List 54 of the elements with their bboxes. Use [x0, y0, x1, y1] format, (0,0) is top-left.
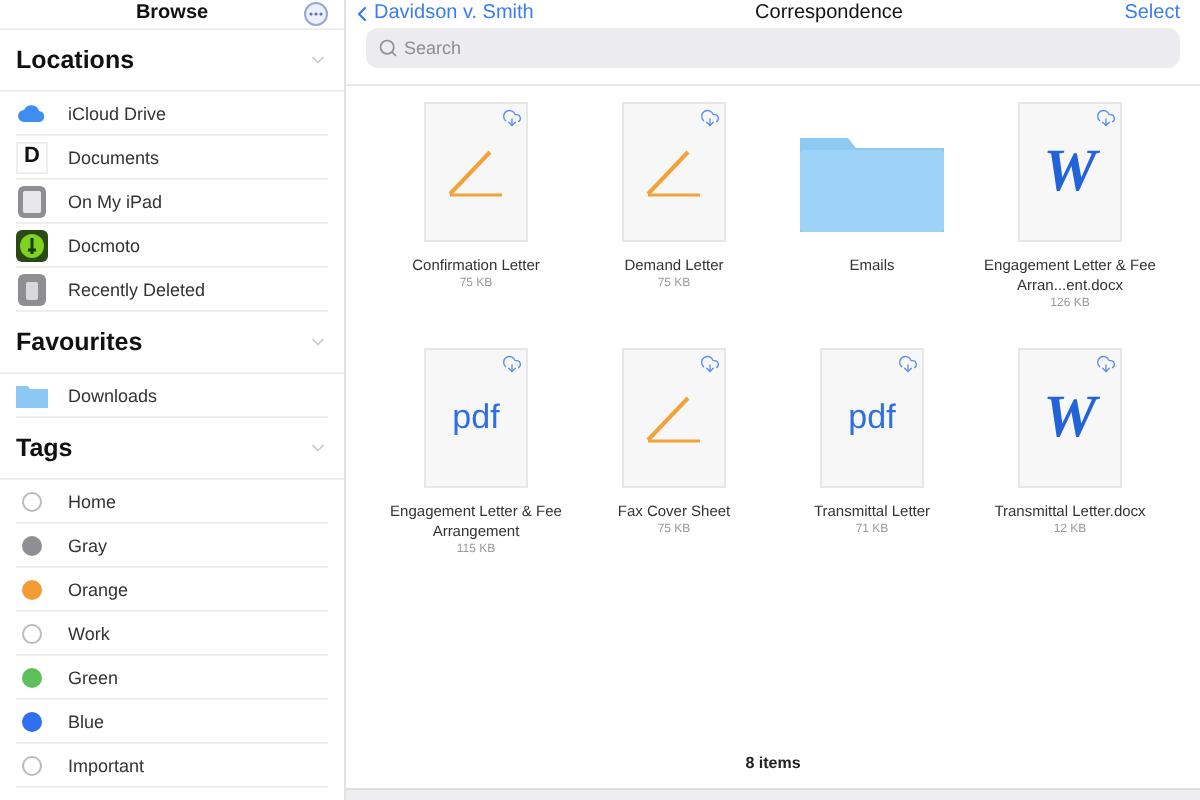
more-icon[interactable]: [304, 2, 328, 26]
pencil-line-icon: [644, 146, 704, 198]
tag-dot: [22, 491, 42, 511]
word-logo: W: [1043, 384, 1097, 452]
sidebar-item[interactable]: Docmoto: [68, 235, 141, 255]
trash-icon: [18, 273, 46, 305]
app-icon: D: [16, 141, 48, 173]
sidebar-item[interactable]: Blue: [68, 711, 105, 731]
sidebar-item[interactable]: Orange: [68, 579, 129, 599]
sidebar-item[interactable]: Work: [68, 623, 110, 643]
sidebar-item[interactable]: Recently Deleted: [68, 279, 206, 299]
folder-title: Correspondence: [755, 2, 903, 26]
cloud-download-icon[interactable]: [700, 354, 720, 374]
sidebar-item[interactable]: Important: [68, 755, 145, 775]
sidebar-title: Browse: [135, 2, 209, 26]
word-document[interactable]: W: [1018, 348, 1122, 488]
back-link[interactable]: Davidson v. Smith: [350, 2, 534, 26]
tag-dot: [22, 623, 42, 643]
pdf-label: pdf: [848, 398, 896, 438]
sidebar-item[interactable]: Green: [68, 667, 119, 687]
folder-icon: [16, 383, 48, 407]
document-icon[interactable]: [622, 348, 726, 488]
pencil-line-icon: [644, 392, 704, 444]
word-document[interactable]: W: [1018, 102, 1122, 242]
search-field[interactable]: Search: [366, 28, 1180, 68]
app-icon: [16, 229, 48, 261]
document-icon[interactable]: [424, 102, 528, 242]
item-count: 8 items: [745, 753, 801, 771]
tag-dot: [22, 755, 42, 775]
pencil-line-icon: [446, 146, 506, 198]
cloud-download-icon[interactable]: [700, 108, 720, 128]
section-heading: Locations: [16, 46, 135, 74]
cloud-download-icon[interactable]: [898, 354, 918, 374]
sidebar-item[interactable]: Home: [68, 491, 117, 511]
cloud-download-icon[interactable]: [502, 108, 522, 128]
document-icon[interactable]: [622, 102, 726, 242]
sidebar-item[interactable]: Documents: [68, 147, 160, 167]
cloud-download-icon[interactable]: [1096, 354, 1116, 374]
cloud-download-icon[interactable]: [1096, 108, 1116, 128]
select-link[interactable]: Select: [1124, 2, 1180, 26]
word-logo: W: [1043, 138, 1097, 206]
pdf-document[interactable]: pdf: [424, 348, 528, 488]
sidebar-item[interactable]: Gray: [68, 535, 108, 555]
sidebar-item[interactable]: iCloud Drive: [68, 103, 167, 123]
section-heading: Tags: [16, 434, 73, 462]
sidebar-item[interactable]: On My iPad: [68, 191, 163, 211]
tablet-icon: [18, 185, 46, 217]
cloud-download-icon[interactable]: [502, 354, 522, 374]
cloud-icon: [18, 104, 46, 122]
pdf-document[interactable]: pdf: [820, 348, 924, 488]
search-icon: [378, 38, 398, 58]
section-heading: Favourites: [16, 328, 143, 356]
sidebar-item[interactable]: Downloads: [68, 385, 158, 405]
pdf-label: pdf: [452, 398, 500, 438]
